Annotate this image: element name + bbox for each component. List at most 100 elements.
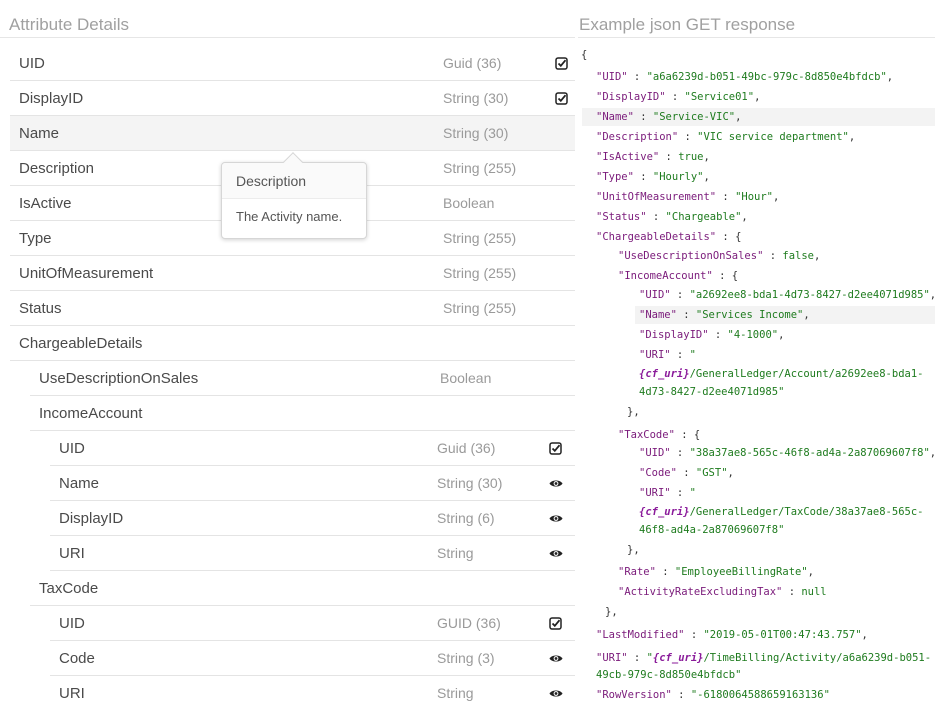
attribute-type: String (255): [443, 160, 517, 176]
code-line: "Name" : "Services Income",: [635, 306, 935, 324]
attribute-row[interactable]: URI String: [50, 676, 575, 708]
attribute-row[interactable]: Status String (255): [10, 291, 575, 326]
code-line: },: [627, 406, 640, 418]
code-line: 49cb-979c-8d850e4bfdcb": [596, 669, 742, 681]
read-only-eye-icon: [549, 687, 563, 700]
code-line: "Name" : "Service-VIC",: [582, 108, 935, 126]
attribute-row[interactable]: URI String: [50, 536, 575, 571]
attribute-name: UID: [59, 615, 85, 632]
code-line: "Rate" : "EmployeeBillingRate",: [618, 566, 814, 578]
attribute-row[interactable]: TaxCode: [30, 571, 575, 606]
attribute-name: IsActive: [19, 195, 72, 212]
required-check-icon: [549, 617, 562, 630]
attribute-name: Name: [59, 475, 100, 492]
code-line: "UnitOfMeasurement" : "Hour",: [596, 191, 780, 203]
code-line: "Type" : "Hourly",: [596, 171, 710, 183]
code-line: "UseDescriptionOnSales" : false,: [618, 250, 821, 262]
attribute-details-panel: Attribute Details UID Guid (36) DisplayID S…: [0, 0, 575, 708]
tooltip-text: The Activity name.: [236, 209, 343, 224]
attribute-type: String (255): [443, 265, 517, 281]
attribute-type: Boolean: [443, 195, 495, 211]
attribute-name: TaxCode: [39, 580, 99, 597]
attribute-name: ChargeableDetails: [19, 335, 143, 352]
code-line: "UID" : "a6a6239d-b051-49bc-979c-8d850e4…: [596, 71, 894, 83]
attribute-type: String (6): [437, 510, 495, 526]
code-line: "URI" : "{cf_uri}/TimeBilling/Activity/a…: [596, 652, 932, 664]
code-line: "URI" : ": [639, 487, 696, 499]
attribute-name: URI: [59, 685, 85, 702]
attribute-name: Status: [19, 300, 62, 317]
attribute-type: String: [437, 545, 474, 561]
code-line: "DisplayID" : "Service01",: [596, 91, 761, 103]
attribute-row[interactable]: Name String (30): [50, 466, 575, 501]
attribute-type: Boolean: [440, 370, 492, 386]
attribute-type: String (255): [443, 300, 517, 316]
read-only-eye-icon: [549, 547, 563, 560]
code-line: "IsActive" : true,: [596, 151, 710, 163]
code-line: {: [581, 49, 588, 61]
attribute-row[interactable]: DisplayID String (30): [10, 81, 575, 116]
code-line: },: [627, 544, 640, 556]
code-line: 46f8-ad4a-2a87069607f8": [639, 524, 785, 536]
attribute-type: Guid (36): [437, 440, 496, 456]
read-only-eye-icon: [549, 652, 563, 665]
attribute-name: DisplayID: [19, 90, 84, 107]
code-line: "Description" : "VIC service department"…: [596, 131, 856, 143]
attribute-type: GUID (36): [437, 615, 501, 631]
attribute-row[interactable]: IncomeAccount: [30, 396, 575, 431]
attribute-name: Code: [59, 650, 95, 667]
attribute-details-title: Attribute Details: [0, 0, 575, 38]
attribute-name: UnitOfMeasurement: [19, 265, 154, 282]
attribute-row[interactable]: UID GUID (36): [50, 606, 575, 641]
attribute-row[interactable]: DisplayID String (6): [50, 501, 575, 536]
attribute-type: String (30): [443, 90, 509, 106]
json-response-title: Example json GET response: [578, 0, 935, 38]
required-check-icon: [555, 57, 568, 70]
code-line: "DisplayID" : "4-1000",: [639, 329, 785, 341]
attribute-row[interactable]: ChargeableDetails: [10, 326, 575, 361]
description-tooltip: Description The Activity name.: [221, 152, 367, 239]
attribute-name: IncomeAccount: [39, 405, 143, 422]
attribute-name: UID: [59, 440, 85, 457]
attribute-name: UID: [19, 55, 45, 72]
code-line: "IncomeAccount" : {: [618, 270, 739, 282]
attribute-name: Type: [19, 230, 52, 247]
attribute-row[interactable]: UnitOfMeasurement String (255): [10, 256, 575, 291]
attribute-row[interactable]: UID Guid (36): [50, 431, 575, 466]
code-line: "UID" : "a2692ee8-bda1-4d73-8427-d2ee407…: [639, 289, 935, 301]
attribute-type: String: [437, 685, 474, 701]
code-line: "RowVersion" : "-6180064588659163136": [596, 689, 830, 701]
code-line: 4d73-8427-d2ee4071d985": [639, 386, 785, 398]
cf-uri-token: {cf_uri}: [652, 652, 704, 664]
code-line: "Status" : "Chargeable",: [596, 211, 748, 223]
attribute-row[interactable]: Code String (3): [50, 641, 575, 676]
attribute-list: UID Guid (36) DisplayID String (30) Name Stri…: [0, 46, 575, 708]
attribute-row[interactable]: UseDescriptionOnSales Boolean: [30, 361, 575, 396]
code-line: {cf_uri}/GeneralLedger/Account/a2692ee8-…: [639, 368, 924, 380]
attribute-name: Description: [19, 160, 95, 177]
code-line: {cf_uri}/GeneralLedger/TaxCode/38a37ae8-…: [639, 506, 924, 518]
code-line: "URI" : ": [639, 349, 696, 361]
code-line: "Code" : "GST",: [639, 467, 734, 479]
code-line: "TaxCode" : {: [618, 429, 701, 441]
cf-uri-token: {cf_uri}: [639, 368, 690, 380]
cf-uri-token: {cf_uri}: [639, 506, 690, 518]
required-check-icon: [555, 92, 568, 105]
code-line: },: [605, 606, 618, 618]
attribute-row[interactable]: Name String (30): [10, 116, 575, 151]
read-only-eye-icon: [549, 512, 563, 525]
attribute-name: UseDescriptionOnSales: [39, 370, 199, 387]
attribute-name: DisplayID: [59, 510, 124, 527]
attribute-type: String (3): [437, 650, 495, 666]
code-line: "ChargeableDetails" : {: [596, 231, 742, 243]
attribute-name: Name: [19, 125, 60, 142]
json-response-panel: Example json GET response { "UID" : "a6a…: [578, 0, 935, 708]
code-line: "UID" : "38a37ae8-565c-46f8-ad4a-2a87069…: [639, 447, 935, 459]
attribute-type: Guid (36): [443, 55, 502, 71]
code-line: "ActivityRateExcludingTax" : null: [618, 586, 827, 598]
attribute-type: String (255): [443, 230, 517, 246]
required-check-icon: [549, 442, 562, 455]
attribute-name: URI: [59, 545, 85, 562]
attribute-row[interactable]: UID Guid (36): [10, 46, 575, 81]
read-only-eye-icon: [549, 477, 563, 490]
